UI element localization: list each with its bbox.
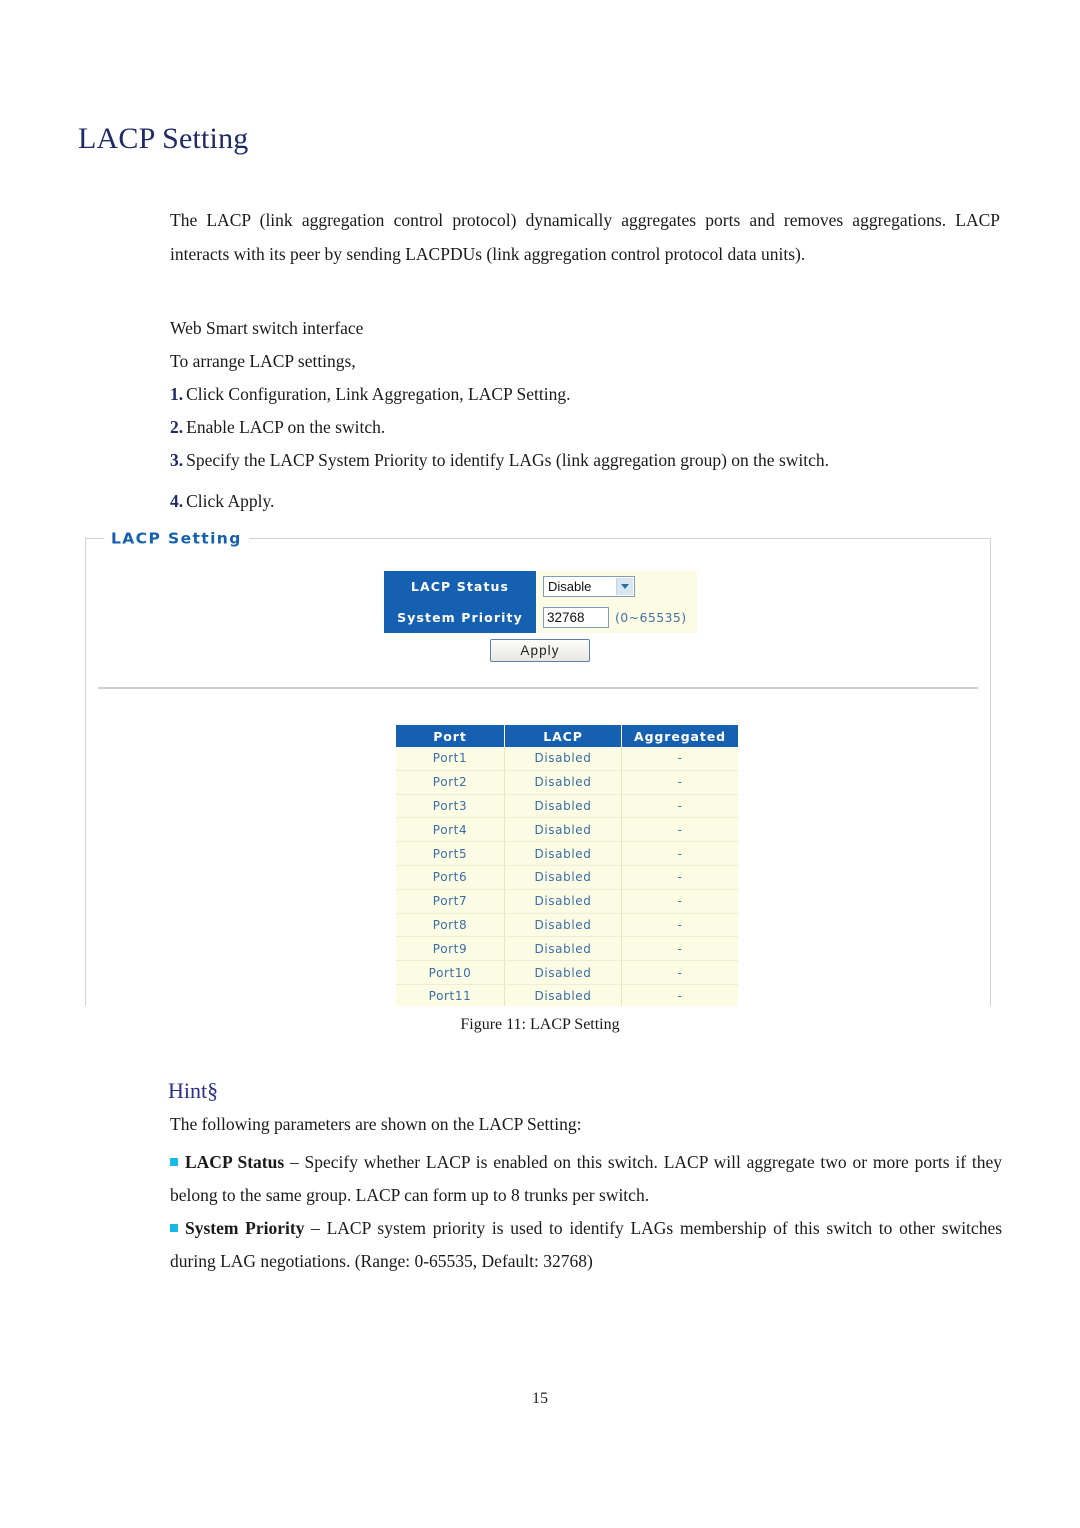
hint-dash-1: –	[304, 1218, 327, 1238]
table-cell: Port9	[396, 936, 505, 962]
lacp-settings-form: LACP Status Disable System Priority 3276…	[384, 571, 697, 633]
lacp-port-table: Port LACP Aggregated Port1 Disabled - Port2…	[396, 725, 738, 1006]
table-header-row: Port LACP Aggregated	[396, 725, 738, 747]
table-cell: Disabled	[504, 913, 622, 938]
panel-divider	[98, 687, 978, 689]
table-row: Port2 Disabled -	[396, 770, 738, 795]
table-cell: Disabled	[504, 936, 622, 962]
table-cell: -	[621, 794, 738, 819]
panel-legend: LACP Setting	[104, 529, 249, 548]
table-cell: Port10	[396, 960, 505, 985]
bullet-square-icon	[170, 1224, 178, 1232]
hint-item-lacp-status: LACP Status – Specify whether LACP is en…	[170, 1146, 1002, 1212]
table-cell: Disabled	[504, 960, 622, 985]
page-title: LACP Setting	[78, 122, 249, 155]
table-cell: Disabled	[504, 865, 622, 890]
hint-heading: Hint§	[168, 1078, 219, 1103]
table-cell: -	[621, 889, 738, 914]
table-row: Port3 Disabled -	[396, 794, 738, 819]
table-row: Port11 Disabled -	[396, 984, 738, 1006]
figure-caption: Figure 11: LACP Setting	[460, 1016, 620, 1033]
table-cell: Port4	[396, 817, 505, 843]
step-item-2: 2. Enable LACP on the switch.	[170, 410, 385, 444]
hint-item-system-priority: System Priority – LACP system priority i…	[170, 1212, 1002, 1278]
step-number-2: 2.	[170, 417, 184, 437]
table-cell: -	[621, 841, 738, 866]
table-row: Port1 Disabled -	[396, 747, 738, 771]
step-text-2: Enable LACP on the switch.	[186, 417, 386, 437]
hint-term-system-priority: System Priority	[185, 1218, 305, 1238]
table-cell: Port11	[396, 984, 505, 1006]
page-number: 15	[532, 1390, 548, 1407]
step-item-1: 1. Click Configuration, Link Aggregation,…	[170, 377, 570, 411]
hint-dash-0: –	[284, 1152, 305, 1172]
table-row: Port10 Disabled -	[396, 960, 738, 985]
bullet-square-icon	[170, 1158, 178, 1166]
table-cell: Disabled	[504, 747, 622, 771]
table-row: Port9 Disabled -	[396, 936, 738, 962]
lacp-status-label: LACP Status	[384, 571, 536, 602]
table-cell: Port7	[396, 889, 505, 914]
table-cell: -	[621, 817, 738, 843]
chevron-down-icon[interactable]	[616, 578, 633, 595]
lacp-setting-screenshot: LACP Setting LACP Status Disable System …	[85, 528, 991, 1006]
system-priority-range-hint: (0~65535)	[615, 610, 687, 625]
table-cell: Disabled	[504, 770, 622, 795]
lacp-setting-panel: LACP Setting LACP Status Disable System …	[85, 529, 991, 1006]
table-row: Port8 Disabled -	[396, 913, 738, 938]
table-cell: Port3	[396, 794, 505, 819]
table-cell: Port6	[396, 865, 505, 890]
table-cell: -	[621, 770, 738, 795]
intro-paragraph: The LACP (link aggregation control proto…	[170, 210, 1000, 264]
table-cell: Disabled	[504, 794, 622, 819]
table-cell: -	[621, 936, 738, 962]
table-body: Port1 Disabled - Port2 Disabled - Port3 Disable…	[396, 747, 738, 1006]
step-item-3: 3. Specify the LACP System Priority to id…	[170, 443, 829, 477]
column-header-lacp: LACP	[504, 725, 622, 747]
table-cell: Disabled	[504, 817, 622, 843]
table-cell: Port1	[396, 747, 505, 771]
table-cell: Disabled	[504, 889, 622, 914]
table-cell: -	[621, 913, 738, 938]
table-cell: Port2	[396, 770, 505, 795]
step-number-1: 1.	[170, 384, 184, 404]
arrange-line: To arrange LACP settings,	[170, 351, 356, 371]
system-priority-field-cell: 32768 (0~65535)	[536, 602, 697, 633]
step-number-4: 4.	[170, 491, 184, 511]
table-cell: -	[621, 960, 738, 985]
column-header-aggregated: Aggregated	[621, 725, 738, 747]
step-item-4: 4. Click Apply.	[170, 484, 274, 518]
table-row: Port7 Disabled -	[396, 889, 738, 914]
table-cell: Port8	[396, 913, 505, 938]
lacp-status-field-cell: Disable	[536, 571, 697, 602]
table-row: Port4 Disabled -	[396, 817, 738, 843]
hint-term-lacp-status: LACP Status	[185, 1152, 285, 1172]
lacp-status-value: Disable	[548, 579, 592, 594]
table-cell: Disabled	[504, 841, 622, 866]
column-header-port: Port	[396, 725, 505, 747]
lacp-status-select[interactable]: Disable	[543, 576, 635, 597]
table-cell: -	[621, 747, 738, 771]
table-cell: -	[621, 984, 738, 1006]
interface-line: Web Smart switch interface	[170, 318, 364, 338]
step-text-4: Click Apply.	[186, 491, 275, 511]
step-text-3: Specify the LACP System Priority to iden…	[186, 450, 830, 470]
table-row: Port5 Disabled -	[396, 841, 738, 866]
step-text-1: Click Configuration, Link Aggregation, L…	[186, 384, 571, 404]
table-row: Port6 Disabled -	[396, 865, 738, 890]
system-priority-label: System Priority	[384, 602, 536, 633]
form-row-lacp-status: LACP Status Disable	[384, 571, 697, 602]
table-cell: Disabled	[504, 984, 622, 1006]
system-priority-input[interactable]: 32768	[543, 607, 609, 628]
step-number-3: 3.	[170, 450, 184, 470]
form-row-system-priority: System Priority 32768 (0~65535)	[384, 602, 697, 633]
table-cell: -	[621, 865, 738, 890]
apply-button[interactable]: Apply	[490, 639, 590, 662]
table-cell: Port5	[396, 841, 505, 866]
hint-lead-text: The following parameters are shown on th…	[170, 1114, 582, 1134]
